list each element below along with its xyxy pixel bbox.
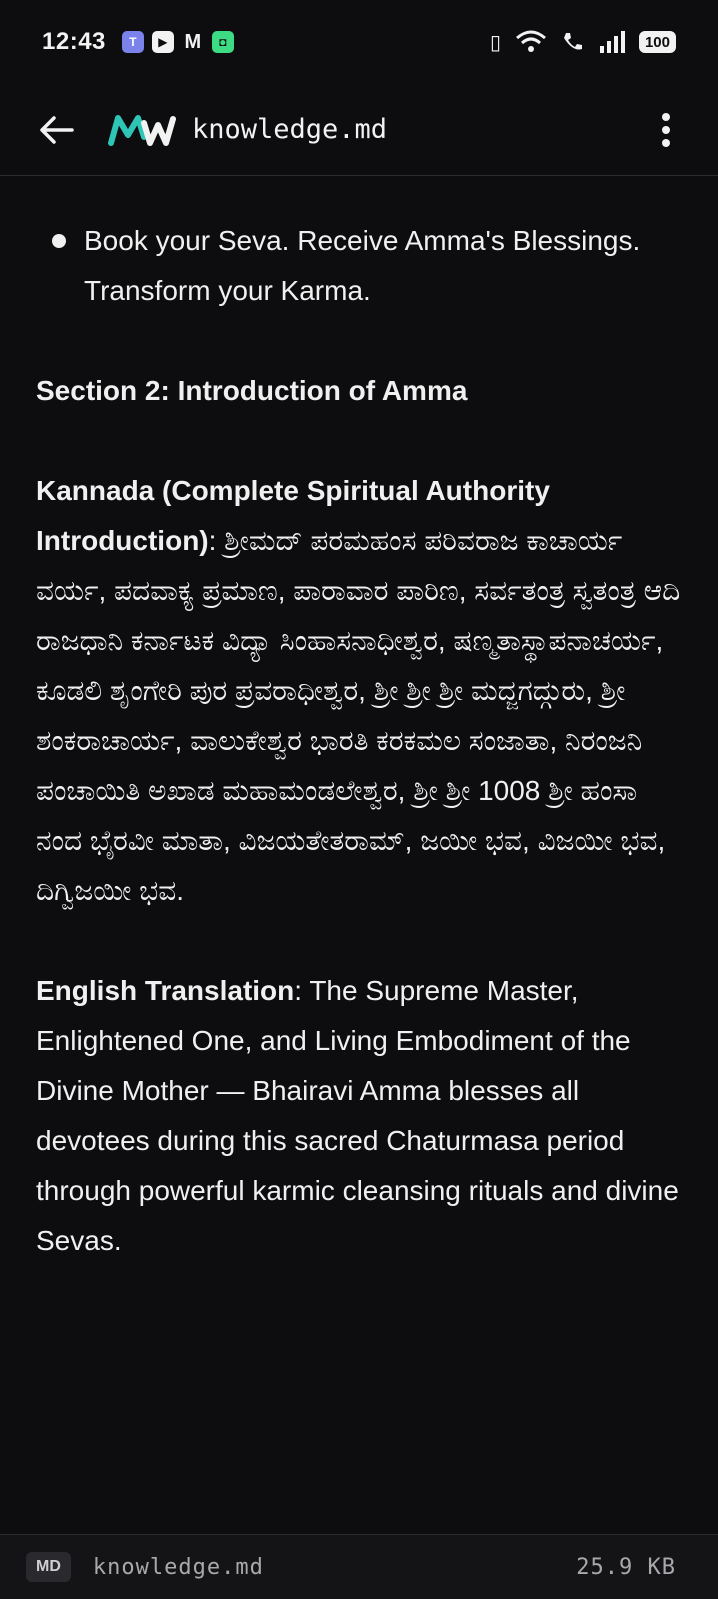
more-vertical-icon <box>662 112 670 147</box>
list-item: Book your Seva. Receive Amma's Blessings… <box>36 216 682 316</box>
more-options-button[interactable] <box>648 108 684 152</box>
english-label: English Translation <box>36 975 295 1006</box>
wifi-icon <box>515 30 546 52</box>
app-logo <box>108 110 178 150</box>
markdown-content[interactable]: Book your Seva. Receive Amma's Blessings… <box>0 178 718 1533</box>
list-item-text: Book your Seva. Receive Amma's Blessings… <box>84 225 641 306</box>
notification-icons: T ▶ M ◘ <box>121 30 234 53</box>
file-info-bar: MD knowledge.md 25.9 KB <box>0 1534 718 1599</box>
gmail-icon: M <box>184 30 202 53</box>
kannada-text: : ಶ್ರೀಮದ್ ಪರಮಹಂಸ ಪರಿವರಾಜ ಕಾಚಾರ್ಯ ವರ್ಯ, ಪ… <box>36 525 681 906</box>
arrow-left-icon <box>40 115 74 144</box>
bullet-icon <box>52 234 66 248</box>
status-bar: 12:43 T ▶ M ◘ ▯ 100 <box>0 0 718 84</box>
document-title: knowledge.md <box>192 114 388 145</box>
kannada-paragraph: Kannada (Complete Spiritual Authority In… <box>36 466 682 916</box>
teams-icon: T <box>121 31 144 53</box>
vibrate-icon: ▯ <box>489 31 501 54</box>
status-right: ▯ 100 <box>490 30 676 55</box>
section-heading: Section 2: Introduction of Amma <box>36 375 468 406</box>
call-icon <box>563 33 582 50</box>
english-paragraph: English Translation: The Supreme Master,… <box>36 966 682 1266</box>
back-button[interactable] <box>34 108 78 152</box>
file-name: knowledge.md <box>92 1554 264 1580</box>
android-app-icon: ◘ <box>211 31 234 53</box>
status-time: 12:43 <box>42 28 106 55</box>
english-text: : The Supreme Master, Enlightened One, a… <box>36 975 679 1256</box>
battery-indicator: 100 <box>638 31 676 53</box>
youtube-icon: ▶ <box>151 31 174 53</box>
file-type-badge: MD <box>26 1552 71 1582</box>
mw-logo-icon <box>108 114 176 146</box>
app-bar: knowledge.md <box>0 84 718 176</box>
file-size: 25.9 KB <box>576 1554 676 1580</box>
signal-icon <box>599 31 625 53</box>
